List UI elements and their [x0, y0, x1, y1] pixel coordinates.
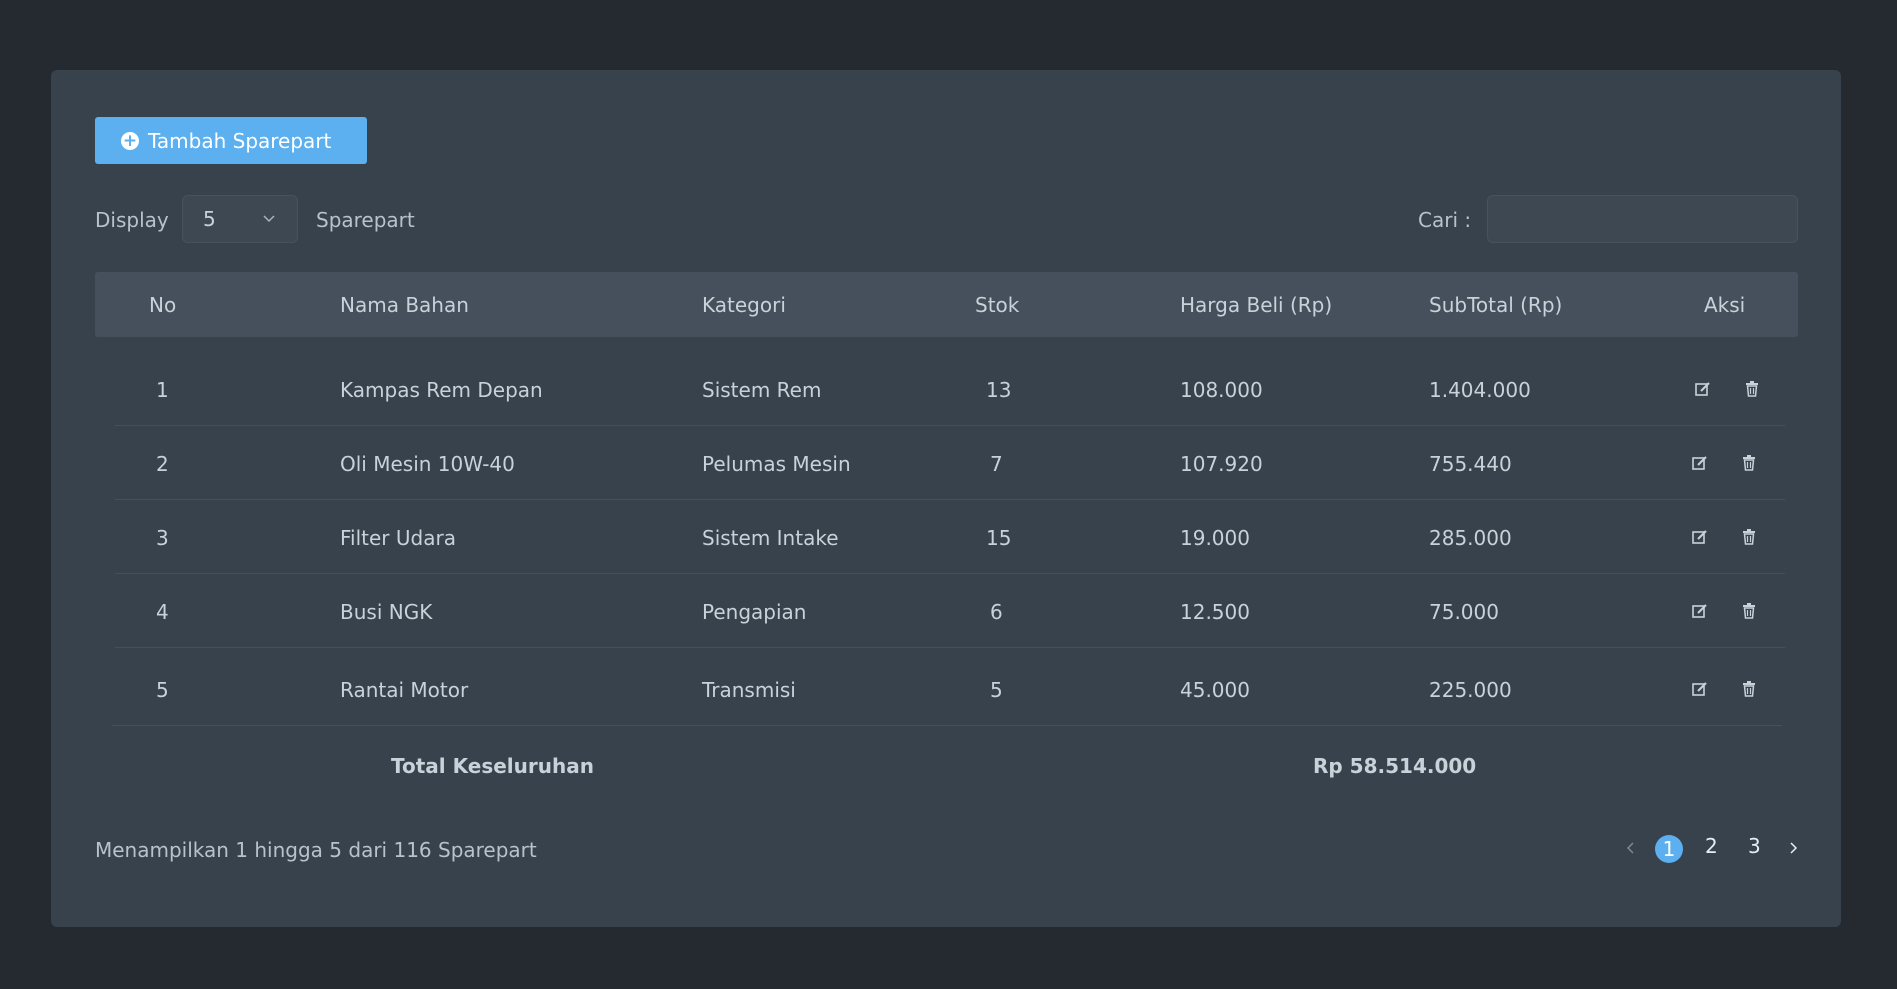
cell-stok: 13: [986, 378, 1012, 402]
header-subtotal: SubTotal (Rp): [1429, 293, 1563, 317]
table-row: 4 Busi NGK Pengapian 6 12.500 75.000: [51, 574, 1841, 648]
cell-subtotal: 225.000: [1429, 678, 1512, 702]
cell-harga-beli: 12.500: [1180, 600, 1250, 624]
page-1-button[interactable]: 1: [1655, 835, 1683, 863]
edit-icon[interactable]: [1691, 454, 1709, 472]
cell-nama-bahan: Filter Udara: [340, 526, 456, 550]
header-no: No: [149, 293, 177, 317]
sparepart-card: + Tambah Sparepart Display 5 Sparepart C…: [51, 70, 1841, 927]
cell-harga-beli: 19.000: [1180, 526, 1250, 550]
trash-icon[interactable]: [1743, 380, 1761, 398]
chevron-down-icon: [263, 215, 275, 223]
cell-no: 1: [156, 378, 169, 402]
display-label: Display: [95, 208, 169, 232]
cell-harga-beli: 45.000: [1180, 678, 1250, 702]
cell-kategori: Transmisi: [702, 678, 796, 702]
total-label: Total Keseluruhan: [391, 754, 594, 778]
cell-no: 3: [156, 526, 169, 550]
edit-icon[interactable]: [1694, 380, 1712, 398]
cell-no: 5: [156, 678, 169, 702]
header-aksi: Aksi: [1704, 293, 1746, 317]
edit-icon[interactable]: [1691, 680, 1709, 698]
table-header: No Nama Bahan Kategori Stok Harga Beli (…: [95, 272, 1798, 337]
trash-icon[interactable]: [1740, 528, 1758, 546]
header-kategori: Kategori: [702, 293, 786, 317]
cell-no: 4: [156, 600, 169, 624]
cell-harga-beli: 107.920: [1180, 452, 1263, 476]
pagination-info: Menampilkan 1 hingga 5 dari 116 Sparepar…: [95, 838, 537, 862]
cell-nama-bahan: Rantai Motor: [340, 678, 469, 702]
table-row: 1 Kampas Rem Depan Sistem Rem 13 108.000…: [51, 352, 1841, 426]
cell-kategori: Sistem Rem: [702, 378, 822, 402]
cell-stok: 5: [990, 678, 1003, 702]
search-input[interactable]: [1487, 195, 1798, 243]
edit-icon[interactable]: [1691, 602, 1709, 620]
cell-stok: 7: [990, 452, 1003, 476]
cell-nama-bahan: Busi NGK: [340, 600, 433, 624]
header-nama-bahan: Nama Bahan: [340, 293, 469, 317]
cell-subtotal: 75.000: [1429, 600, 1499, 624]
cell-nama-bahan: Kampas Rem Depan: [340, 378, 543, 402]
cell-kategori: Pelumas Mesin: [702, 452, 851, 476]
display-count-select[interactable]: 5: [182, 195, 298, 243]
total-value: Rp 58.514.000: [1313, 754, 1477, 778]
table-row: 2 Oli Mesin 10W-40 Pelumas Mesin 7 107.9…: [51, 426, 1841, 500]
header-stok: Stok: [975, 293, 1020, 317]
display-count-value: 5: [203, 207, 216, 231]
plus-circle-icon: +: [121, 130, 139, 151]
cell-subtotal: 285.000: [1429, 526, 1512, 550]
trash-icon[interactable]: [1740, 454, 1758, 472]
cell-stok: 6: [990, 600, 1003, 624]
cell-kategori: Pengapian: [702, 600, 807, 624]
cell-subtotal: 1.404.000: [1429, 378, 1531, 402]
add-sparepart-label: Tambah Sparepart: [148, 128, 332, 153]
trash-icon[interactable]: [1740, 680, 1758, 698]
table-row: 3 Filter Udara Sistem Intake 15 19.000 2…: [51, 500, 1841, 574]
chevron-right-icon[interactable]: [1785, 840, 1801, 856]
table-row: 5 Rantai Motor Transmisi 5 45.000 225.00…: [51, 648, 1841, 726]
sparepart-label: Sparepart: [316, 208, 415, 232]
add-sparepart-button[interactable]: + Tambah Sparepart: [95, 117, 367, 164]
page-3-button[interactable]: 3: [1748, 834, 1761, 858]
cell-subtotal: 755.440: [1429, 452, 1512, 476]
page-2-button[interactable]: 2: [1705, 834, 1718, 858]
chevron-left-icon[interactable]: [1623, 840, 1639, 856]
cell-kategori: Sistem Intake: [702, 526, 839, 550]
row-divider: [112, 725, 1782, 726]
cell-nama-bahan: Oli Mesin 10W-40: [340, 452, 515, 476]
cell-stok: 15: [986, 526, 1012, 550]
search-label: Cari :: [1418, 208, 1472, 232]
cell-no: 2: [156, 452, 169, 476]
edit-icon[interactable]: [1691, 528, 1709, 546]
cell-harga-beli: 108.000: [1180, 378, 1263, 402]
header-harga-beli: Harga Beli (Rp): [1180, 293, 1333, 317]
trash-icon[interactable]: [1740, 602, 1758, 620]
